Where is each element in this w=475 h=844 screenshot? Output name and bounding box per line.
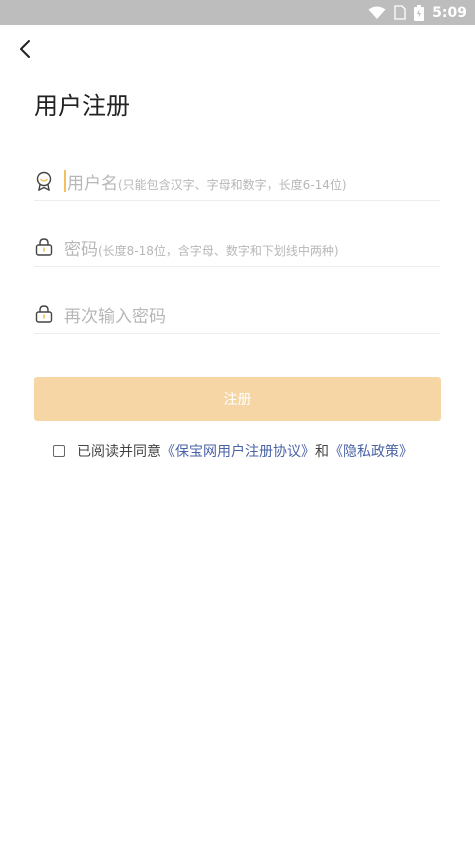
back-button[interactable]	[12, 36, 38, 62]
battery-icon	[414, 4, 425, 21]
agreement-prefix: 已阅读并同意	[77, 444, 161, 460]
password-field[interactable]: 密码(长度8-18位，含字母、数字和下划线中两种)	[34, 228, 440, 267]
badge-icon	[34, 171, 54, 191]
password-placeholder-main: 密码	[64, 239, 98, 260]
username-placeholder-hint: (只能包含汉字、字母和数字，长度6-14位)	[118, 177, 347, 192]
privacy-policy-link[interactable]: 《隐私政策》	[329, 441, 413, 461]
username-placeholder: 用户名(只能包含汉字、字母和数字，长度6-14位)	[67, 169, 347, 194]
sim-icon	[394, 5, 406, 20]
wifi-icon	[368, 6, 386, 20]
user-agreement-link[interactable]: 《保宝网用户注册协议》	[161, 441, 315, 461]
chevron-left-icon	[20, 40, 30, 58]
status-time: 5:09	[432, 4, 467, 21]
text-cursor	[64, 170, 66, 192]
password-confirm-placeholder: 再次输入密码	[64, 306, 166, 327]
agreement-checkbox[interactable]	[53, 445, 65, 457]
agreement-row: 已阅读并同意 《保宝网用户注册协议》 和 《隐私政策》	[53, 441, 413, 461]
status-bar: 5:09	[0, 0, 475, 25]
password-placeholder: 密码(长度8-18位，含字母、数字和下划线中两种)	[64, 235, 339, 260]
password-confirm-field[interactable]: 再次输入密码	[34, 295, 440, 334]
register-button-label: 注册	[223, 392, 252, 408]
lock-icon	[34, 237, 54, 257]
agreement-conjunction: 和	[315, 444, 329, 460]
register-button[interactable]: 注册	[34, 377, 441, 421]
username-field[interactable]: 用户名(只能包含汉字、字母和数字，长度6-14位)	[34, 162, 440, 201]
password-placeholder-hint: (长度8-18位，含字母、数字和下划线中两种)	[98, 243, 339, 258]
page-title: 用户注册	[34, 92, 130, 120]
username-placeholder-main: 用户名	[67, 173, 118, 194]
lock-icon	[34, 304, 54, 324]
